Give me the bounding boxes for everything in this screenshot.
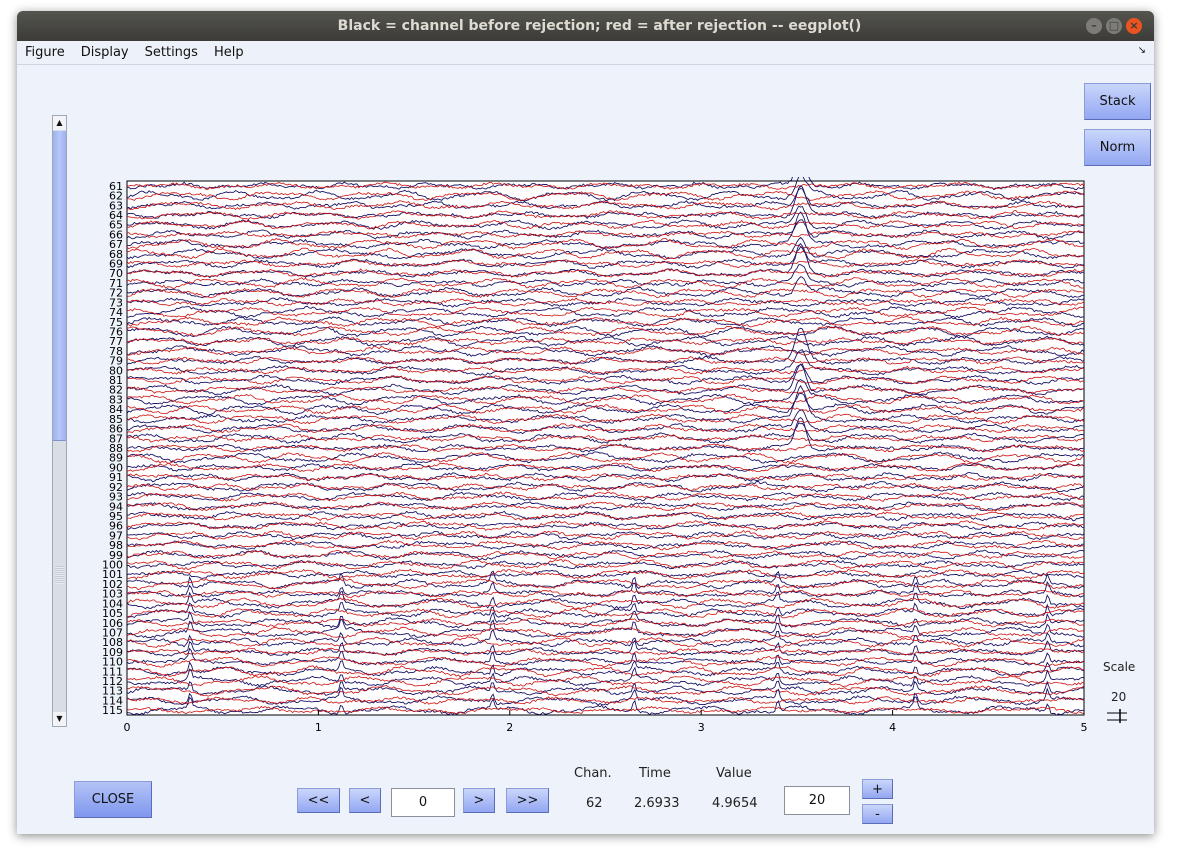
scale-label: Scale [1103,660,1136,674]
channel-scrollbar[interactable]: ▲ ▼ [52,115,67,727]
prev-page-button[interactable]: < [349,788,381,813]
stack-button[interactable]: Stack [1084,83,1151,120]
scale-plus-button[interactable]: + [862,779,893,799]
menu-bar: Figure Display Settings Help ↘ [17,41,1154,65]
channel-label-115: 115 [102,704,123,717]
menu-settings[interactable]: Settings [137,45,206,60]
close-button[interactable]: CLOSE [74,781,152,818]
value-label: Value [716,766,752,781]
scroll-down-icon[interactable]: ▼ [53,712,66,726]
close-window-icon[interactable]: × [1126,18,1142,34]
scale-bar-icon [1107,709,1127,723]
title-bar: Black = channel before rejection; red = … [17,11,1154,41]
next-page-button[interactable]: > [463,788,495,813]
norm-button[interactable]: Norm [1084,129,1151,166]
window-title: Black = channel before rejection; red = … [337,18,862,34]
x-tick-label-4: 4 [889,721,896,734]
value-value: 4.9654 [712,796,758,811]
menu-help[interactable]: Help [206,45,252,60]
time-position-input[interactable]: 0 [391,788,455,817]
x-tick-label-5: 5 [1081,721,1088,734]
scroll-up-icon[interactable]: ▲ [53,116,66,130]
x-tick-label-3: 3 [698,721,705,734]
figure-canvas: ▲ ▼ Stack Norm 61 62 63 64 65 66 67 68 69 70 71 72 7… [17,65,1154,834]
last-page-button[interactable]: >> [506,788,549,813]
time-label: Time [639,766,671,781]
menu-display[interactable]: Display [73,45,137,60]
chan-label: Chan. [574,766,612,781]
x-tick-label-1: 1 [315,721,322,734]
eegplot-window: Black = channel before rejection; red = … [17,11,1154,834]
scale-input[interactable]: 20 [784,786,850,815]
x-tick-label-2: 2 [506,721,513,734]
first-page-button[interactable]: << [297,788,340,813]
scale-value: 20 [1111,690,1127,704]
eeg-plot-svg: 6162636465666768697071727374757677787980… [102,156,1088,734]
minimize-icon[interactable]: – [1086,18,1102,34]
scrollbar-grip [55,566,64,584]
window-controls: – □ × [1086,18,1142,34]
dock-arrow-icon[interactable]: ↘ [1138,45,1146,56]
time-value: 2.6933 [634,796,680,811]
x-tick-label-0: 0 [124,721,131,734]
channel-labels: 6162636465666768697071727374757677787980… [102,180,123,717]
chan-value: 62 [586,796,603,811]
eeg-plot[interactable]: 61 62 63 64 65 66 67 68 69 70 71 72 73 74 75 76 77 78 79 80… [97,156,1107,747]
menu-figure[interactable]: Figure [17,45,73,60]
scrollbar-thumb[interactable] [53,131,66,441]
maximize-icon[interactable]: □ [1106,18,1122,34]
scale-minus-button[interactable]: - [862,804,893,824]
